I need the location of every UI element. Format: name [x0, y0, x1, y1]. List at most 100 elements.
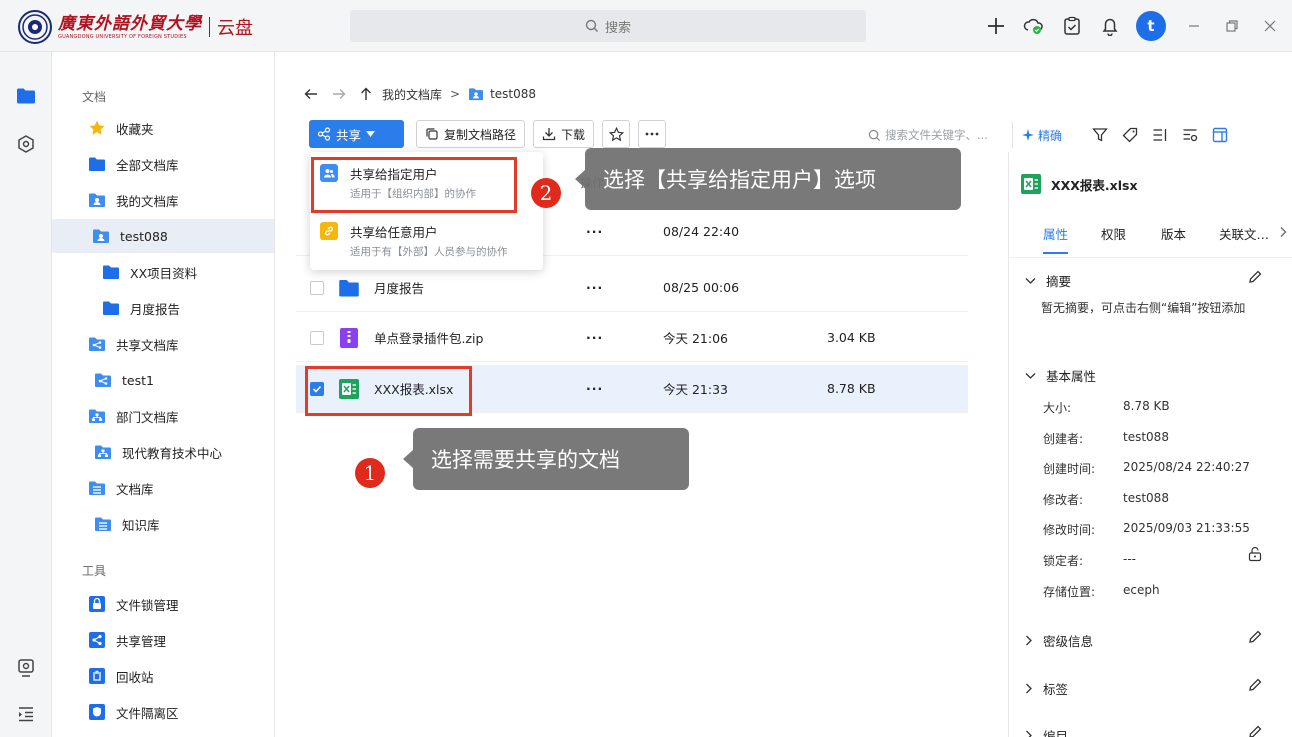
search-icon — [868, 129, 881, 142]
prop-value-size: 8.78 KB — [1123, 399, 1170, 413]
tab-permissions[interactable]: 权限 — [1101, 224, 1126, 243]
sidebar-item-test088[interactable]: test088 — [52, 219, 274, 253]
sidebar-item-label: 文件锁管理 — [116, 597, 179, 613]
share-icon — [88, 631, 106, 649]
edit-catalog-icon[interactable] — [1247, 724, 1263, 737]
search-placeholder: 搜索 — [604, 20, 631, 36]
sidebar-item-label: XX项目资料 — [130, 265, 198, 281]
section-basic-properties[interactable]: 基本属性 — [1025, 366, 1096, 385]
restore-icon[interactable] — [1222, 16, 1242, 36]
file-filter-input[interactable]: 搜索文件关键字、... — [868, 122, 1013, 148]
sidebar-item-shared-library[interactable]: 共享文档库 — [52, 327, 274, 361]
unlock-icon[interactable] — [1247, 546, 1263, 562]
edit-tags-icon[interactable] — [1247, 677, 1263, 693]
sidebar-item-xx-project[interactable]: XX项目资料 — [52, 255, 274, 289]
shield-icon — [88, 703, 106, 721]
user-avatar[interactable]: t — [1136, 11, 1166, 41]
file-name[interactable]: 单点登录插件包.zip — [374, 328, 483, 347]
tag-icon[interactable] — [1122, 127, 1138, 143]
edit-security-icon[interactable] — [1247, 629, 1263, 645]
file-modified-date: 今天 21:06 — [663, 331, 728, 346]
row-more-button[interactable]: ··· — [586, 381, 603, 396]
forward-arrow-icon[interactable] — [332, 88, 346, 100]
sidebar-item-edu-tech-center[interactable]: 现代教育技术中心 — [52, 435, 274, 469]
folder-icon — [338, 277, 360, 299]
back-arrow-icon[interactable] — [304, 88, 318, 100]
sidebar-item-quarantine[interactable]: 文件隔离区 — [52, 695, 274, 729]
tab-related[interactable]: 关联文… — [1219, 224, 1269, 243]
rail-documents-icon[interactable] — [14, 84, 38, 108]
sidebar-item-file-lock[interactable]: 文件锁管理 — [52, 587, 274, 621]
row-more-button[interactable]: ··· — [586, 280, 603, 295]
tooltip-step1: 选择需要共享的文档 — [403, 428, 689, 490]
add-icon[interactable] — [984, 14, 1008, 38]
sidebar-item-label: 共享管理 — [116, 633, 167, 649]
section-security-title: 密级信息 — [1043, 634, 1094, 649]
prop-label-created: 创建时间: — [1043, 462, 1096, 476]
folder-icon — [102, 263, 120, 281]
rail-apps-icon[interactable] — [14, 132, 38, 156]
rail-collapse-icon[interactable] — [14, 702, 38, 726]
chevron-down-icon — [1025, 372, 1036, 380]
rail-help-icon[interactable] — [14, 656, 38, 680]
file-name[interactable]: 月度报告 — [374, 278, 424, 297]
up-arrow-icon[interactable] — [360, 87, 372, 101]
sidebar-item-dept-library[interactable]: 部门文档库 — [52, 399, 274, 433]
sidebar-item-favorites[interactable]: 收藏夹 — [52, 111, 274, 145]
tab-versions[interactable]: 版本 — [1161, 224, 1186, 243]
tabs-scroll-right-icon[interactable] — [1279, 226, 1287, 238]
view-settings-icon[interactable] — [1182, 127, 1198, 143]
filter-icon[interactable] — [1092, 127, 1108, 143]
sidebar-item-recycle-bin[interactable]: 回收站 — [52, 659, 274, 693]
bell-icon[interactable] — [1098, 14, 1122, 38]
star-icon — [88, 119, 106, 137]
copy-icon — [425, 127, 439, 141]
prop-value-created: 2025/08/24 22:40:27 — [1123, 460, 1250, 474]
download-button[interactable]: 下载 — [533, 120, 595, 148]
sort-icon[interactable] — [1152, 127, 1168, 143]
section-summary[interactable]: 摘要 — [1025, 271, 1071, 290]
task-list-icon[interactable] — [1060, 14, 1084, 38]
sidebar-item-share-management[interactable]: 共享管理 — [52, 623, 274, 657]
library-icon — [88, 479, 106, 497]
row-more-button[interactable]: ··· — [586, 224, 603, 239]
sidebar-heading-tools: 工具 — [82, 564, 107, 578]
tab-properties[interactable]: 属性 — [1043, 224, 1069, 254]
sidebar-item-monthly-report[interactable]: 月度报告 — [52, 291, 274, 325]
edit-summary-icon[interactable] — [1247, 269, 1263, 285]
section-catalog[interactable]: 编目 — [1025, 726, 1068, 737]
row-checkbox[interactable] — [310, 330, 324, 345]
close-icon[interactable] — [1260, 16, 1280, 36]
section-basic-title: 基本属性 — [1046, 369, 1097, 384]
copy-path-button[interactable]: 复制文档路径 — [416, 120, 526, 148]
row-checkbox[interactable] — [310, 280, 324, 295]
breadcrumb-my-library[interactable]: 我的文档库 — [382, 86, 442, 103]
prop-value-modified: 2025/09/03 21:33:55 — [1123, 521, 1250, 535]
sidebar-item-all-libraries[interactable]: 全部文档库 — [52, 147, 274, 181]
share-button[interactable]: 共享 — [309, 120, 404, 148]
sidebar-item-test1[interactable]: test1 — [52, 363, 274, 397]
favorite-button[interactable] — [602, 120, 631, 148]
caret-down-icon — [366, 131, 376, 137]
table-row[interactable]: 月度报告 ··· 08/25 00:06 — [296, 264, 968, 312]
detail-panel-icon[interactable] — [1212, 127, 1228, 143]
prop-label-modified: 修改时间: — [1043, 523, 1096, 537]
precise-search-toggle[interactable]: 精确 — [1022, 122, 1062, 148]
chevron-right-icon — [1025, 730, 1033, 737]
section-security-level[interactable]: 密级信息 — [1025, 631, 1093, 650]
file-filter-placeholder: 搜索文件关键字、... — [885, 128, 988, 142]
cloud-sync-icon[interactable] — [1022, 14, 1046, 38]
precise-icon — [1022, 129, 1034, 141]
star-outline-icon — [608, 126, 624, 142]
row-more-button[interactable]: ··· — [586, 330, 603, 345]
detail-panel: XXX报表.xlsx 属性 权限 版本 关联文… 摘要 暂无摘要，可点击右侧“编… — [1008, 152, 1292, 737]
sidebar-item-doc-library[interactable]: 文档库 — [52, 471, 274, 505]
sidebar-item-my-library[interactable]: 我的文档库 — [52, 183, 274, 217]
table-row[interactable]: 单点登录插件包.zip ··· 今天 21:06 3.04 KB — [296, 314, 968, 362]
sidebar-item-knowledge-base[interactable]: 知识库 — [52, 507, 274, 541]
menu-item-share-to-anyone[interactable]: 共享给任意用户 适用于有【外部】人员参与的协作 — [310, 210, 543, 266]
minimize-icon[interactable] — [1184, 16, 1204, 36]
global-search-input[interactable]: 搜索 — [350, 10, 866, 42]
section-tags[interactable]: 标签 — [1025, 679, 1068, 698]
more-actions-button[interactable] — [638, 120, 667, 148]
